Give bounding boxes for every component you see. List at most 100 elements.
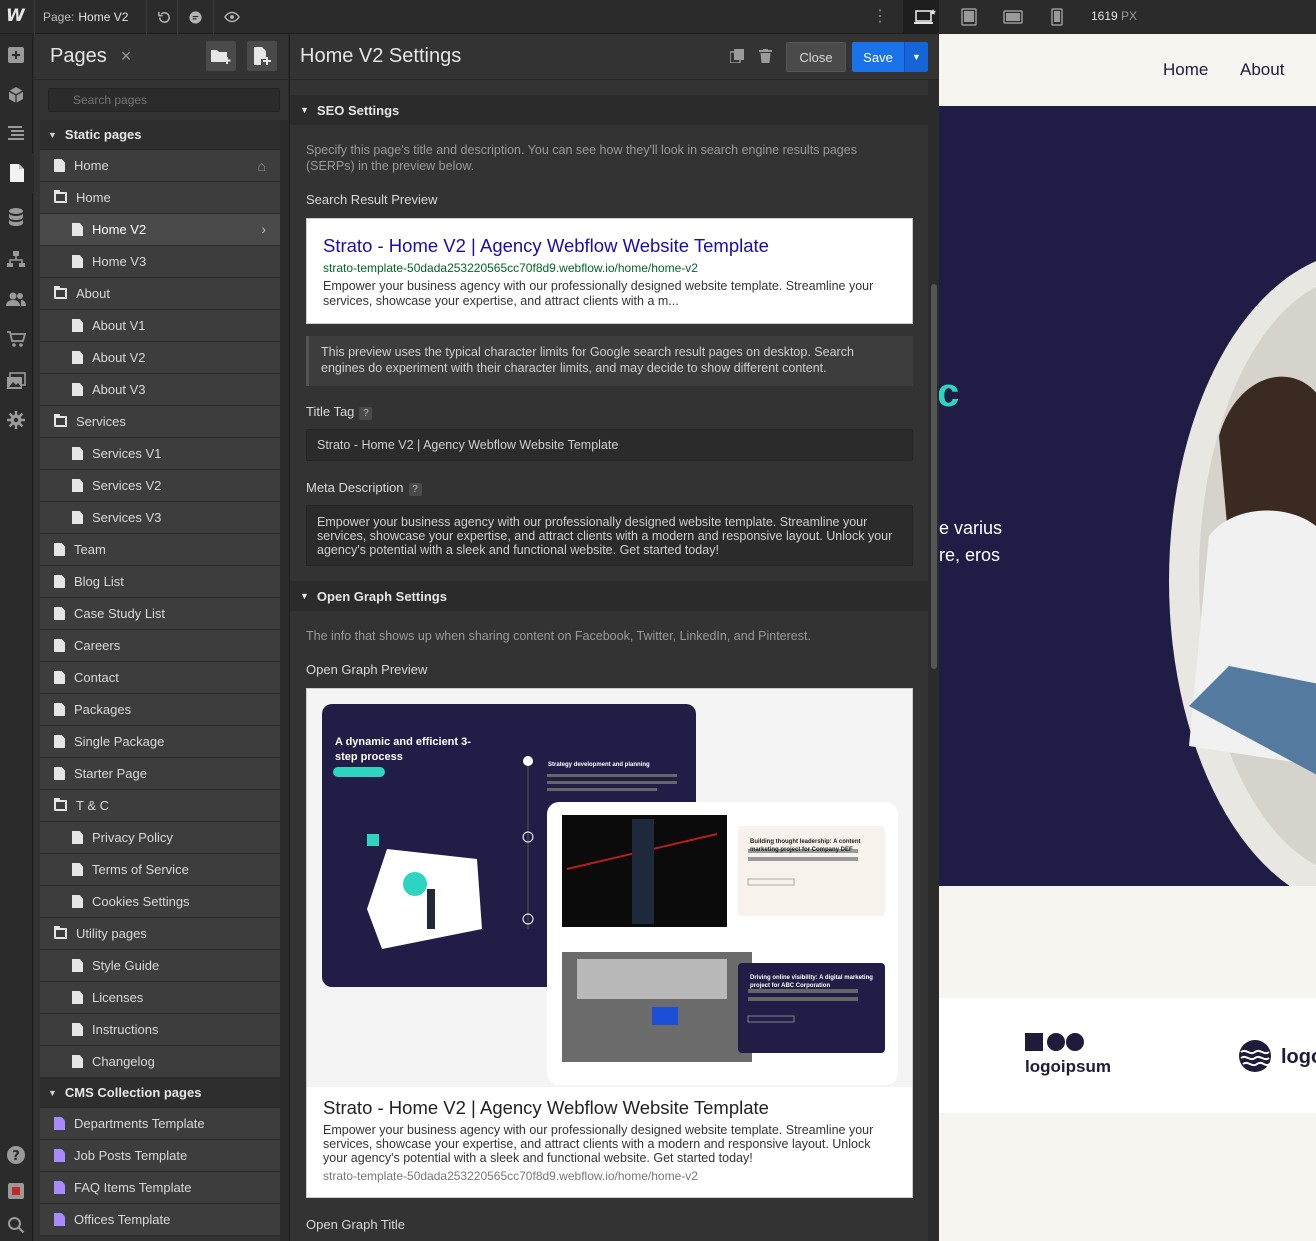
svg-text:?: ? — [12, 1149, 20, 1164]
page-item[interactable]: Changelog — [40, 1046, 280, 1078]
chevron-right-icon[interactable]: › — [261, 221, 266, 237]
page-item[interactable]: Services V1 — [40, 438, 280, 470]
page-item[interactable]: Licenses — [40, 982, 280, 1014]
page-item-label: Services V2 — [92, 478, 162, 493]
page-item[interactable]: Services V2 — [40, 470, 280, 502]
page-item[interactable]: Instructions — [40, 1014, 280, 1046]
page-icon — [54, 607, 65, 620]
duplicate-page-icon[interactable] — [729, 49, 744, 66]
og-card-description: Empower your business agency with our pr… — [323, 1123, 874, 1165]
cms-pages-section[interactable]: ▼ CMS Collection pages — [40, 1078, 280, 1108]
logic-icon[interactable] — [5, 248, 27, 270]
site-nav-home[interactable]: Home — [1163, 60, 1208, 80]
comments-icon[interactable] — [177, 0, 213, 34]
page-item[interactable]: About V3 — [40, 374, 280, 406]
pages-list: ▼ Static pages Home ⌂ Home Home V2 › Home V3 Ab… — [40, 120, 280, 1236]
og-case-study-1: Building thought leadership: A content m… — [750, 839, 861, 853]
page-item-label: Changelog — [92, 1054, 155, 1069]
canvas-width-unit: PX — [1121, 9, 1138, 23]
page-item[interactable]: Starter Page — [40, 758, 280, 790]
cms-icon[interactable] — [5, 206, 27, 228]
preview-eye-icon[interactable] — [213, 0, 249, 34]
page-item[interactable]: Contact — [40, 662, 280, 694]
page-item-label: Privacy Policy — [92, 830, 173, 845]
cms-page-item[interactable]: Offices Template — [40, 1204, 280, 1236]
save-button[interactable]: Save — [852, 42, 904, 72]
add-folder-button[interactable] — [206, 41, 236, 71]
page-item[interactable]: Privacy Policy — [40, 822, 280, 854]
cms-page-item[interactable]: Job Posts Template — [40, 1140, 280, 1172]
add-elements-icon[interactable] — [5, 44, 27, 66]
open-graph-settings-header[interactable]: ▼ Open Graph Settings — [290, 581, 928, 611]
ecommerce-cart-icon[interactable] — [5, 328, 27, 350]
search-icon[interactable] — [5, 1214, 27, 1236]
folder-item[interactable]: Home — [40, 182, 280, 214]
serp-url: strato-template-50dada253220565cc70f8d9.… — [323, 261, 698, 275]
page-item[interactable]: Home ⌂ — [40, 150, 280, 182]
navigator-icon[interactable] — [5, 122, 27, 144]
components-icon[interactable] — [5, 84, 27, 106]
current-page-selector[interactable]: Page: Home V2 — [34, 0, 146, 34]
canvas-preview: Home About c e varius re, eros logoipsum… — [939, 34, 1316, 1241]
page-item[interactable]: Packages — [40, 694, 280, 726]
page-item-label: About V2 — [92, 350, 146, 365]
cms-page-item[interactable]: FAQ Items Template — [40, 1172, 280, 1204]
search-pages-input[interactable] — [48, 88, 280, 112]
tablet-breakpoint-icon[interactable] — [947, 0, 991, 34]
assets-icon[interactable] — [5, 370, 27, 392]
pages-icon[interactable] — [0, 153, 33, 193]
meta-description-textarea[interactable]: Empower your business agency with our pr… — [306, 505, 913, 566]
page-item-label: FAQ Items Template — [74, 1180, 192, 1195]
page-item-label: Terms of Service — [92, 862, 189, 877]
help-icon[interactable]: ? — [359, 407, 373, 420]
page-item[interactable]: Team — [40, 534, 280, 566]
settings-scrollbar-thumb[interactable] — [931, 284, 937, 669]
mobile-breakpoint-icon[interactable] — [1035, 0, 1079, 34]
static-pages-section[interactable]: ▼ Static pages — [40, 120, 280, 150]
help-icon[interactable]: ? — [5, 1144, 27, 1166]
seo-settings-header[interactable]: ▼ SEO Settings — [290, 95, 928, 125]
static-pages-label: Static pages — [64, 127, 142, 142]
webflow-logo[interactable]: W — [6, 6, 28, 28]
users-icon[interactable] — [5, 288, 27, 310]
landscape-breakpoint-icon[interactable] — [991, 0, 1035, 34]
cms-pages-label: CMS Collection pages — [64, 1085, 202, 1100]
save-options-dropdown[interactable]: ▼ — [904, 42, 928, 72]
close-button[interactable]: Close — [786, 42, 846, 72]
page-item[interactable]: Home V3 — [40, 246, 280, 278]
page-item[interactable]: Terms of Service — [40, 854, 280, 886]
close-icon[interactable]: × — [121, 46, 132, 67]
page-icon — [72, 863, 83, 876]
page-item[interactable]: Style Guide — [40, 950, 280, 982]
more-options-icon[interactable]: ⋮ — [872, 6, 888, 26]
page-item-label: About V1 — [92, 318, 146, 333]
title-tag-label-text: Title Tag — [306, 404, 355, 419]
page-item[interactable]: Blog List — [40, 566, 280, 598]
page-item[interactable]: Cookies Settings — [40, 886, 280, 918]
page-item-label: Starter Page — [74, 766, 147, 781]
serp-title: Strato - Home V2 | Agency Webflow Websit… — [323, 235, 769, 256]
settings-gear-icon[interactable] — [5, 409, 27, 431]
folder-item[interactable]: About — [40, 278, 280, 310]
cms-page-item[interactable]: Departments Template — [40, 1108, 280, 1140]
folder-item[interactable]: Utility pages — [40, 918, 280, 950]
title-tag-input[interactable]: Strato - Home V2 | Agency Webflow Websit… — [306, 429, 913, 461]
folder-item[interactable]: T & C — [40, 790, 280, 822]
pages-scrollbar[interactable] — [280, 120, 288, 1241]
help-icon[interactable]: ? — [408, 483, 422, 496]
page-item[interactable]: Services V3 — [40, 502, 280, 534]
page-item[interactable]: About V2 — [40, 342, 280, 374]
page-item[interactable]: Single Package — [40, 726, 280, 758]
add-page-button[interactable] — [247, 41, 277, 71]
breakpoint-toolbar: 1619 PX — [939, 0, 1316, 34]
page-icon — [54, 159, 65, 172]
page-item[interactable]: Case Study List — [40, 598, 280, 630]
page-item[interactable]: Home V2 › — [40, 214, 280, 246]
folder-item[interactable]: Services — [40, 406, 280, 438]
audit-panel-icon[interactable] — [5, 1180, 27, 1202]
page-item[interactable]: Careers — [40, 630, 280, 662]
delete-page-icon[interactable] — [759, 49, 772, 66]
open-graph-preview: A dynamic and efficient 3-step process S… — [306, 688, 913, 1198]
site-nav-about[interactable]: About — [1240, 60, 1284, 80]
page-item[interactable]: About V1 — [40, 310, 280, 342]
